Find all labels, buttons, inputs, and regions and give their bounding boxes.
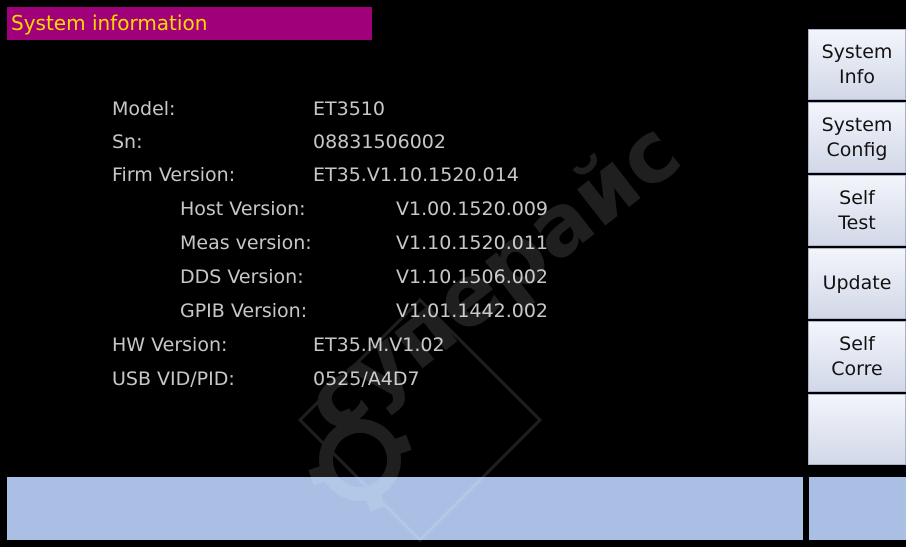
meas-version-value: V1.10.1520.011 xyxy=(396,232,548,254)
bottom-right-panel xyxy=(809,477,906,540)
model-value: ET3510 xyxy=(313,98,385,120)
host-version-value: V1.00.1520.009 xyxy=(396,198,548,220)
hw-version-value: ET35.M.V1.02 xyxy=(313,334,445,356)
dds-version-value: V1.10.1506.002 xyxy=(396,266,548,288)
sn-value: 08831506002 xyxy=(313,131,446,153)
self-test-button[interactable]: Self Test xyxy=(808,175,906,246)
system-info-panel: Model: ET3510 Sn: 08831506002 Firm Versi… xyxy=(0,40,806,476)
self-corre-button[interactable]: Self Corre xyxy=(808,321,906,392)
model-label: Model: xyxy=(112,98,176,120)
usb-vid-pid-value: 0525/A4D7 xyxy=(313,368,420,390)
page-title: System information xyxy=(11,11,208,35)
system-info-button[interactable]: System Info xyxy=(808,29,906,100)
bottom-status-bar xyxy=(7,477,803,540)
firm-version-label: Firm Version: xyxy=(112,164,236,186)
hw-version-label: HW Version: xyxy=(112,334,228,356)
host-version-label: Host Version: xyxy=(180,198,306,220)
meas-version-label: Meas version: xyxy=(180,232,312,254)
sn-label: Sn: xyxy=(112,131,143,153)
system-config-button[interactable]: System Config xyxy=(808,102,906,173)
blank-softkey[interactable] xyxy=(808,394,906,465)
gpib-version-value: V1.01.1442.002 xyxy=(396,300,548,322)
update-button[interactable]: Update xyxy=(808,248,906,319)
dds-version-label: DDS Version: xyxy=(180,266,304,288)
firm-version-value: ET35.V1.10.1520.014 xyxy=(313,164,519,186)
usb-vid-pid-label: USB VID/PID: xyxy=(112,368,235,390)
gpib-version-label: GPIB Version: xyxy=(180,300,308,322)
title-bar: System information xyxy=(7,7,372,40)
